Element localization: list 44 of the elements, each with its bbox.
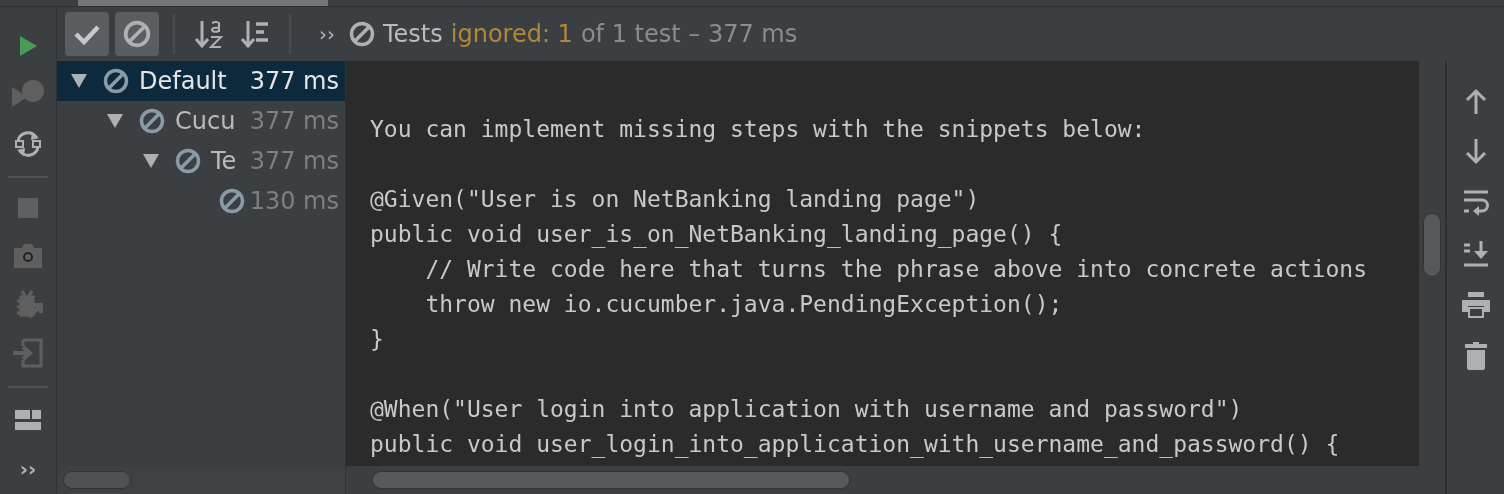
ignored-icon bbox=[175, 148, 201, 174]
sort-alphabetical-icon[interactable] bbox=[194, 19, 224, 49]
scrollbar-thumb[interactable] bbox=[63, 471, 131, 489]
ignored-icon bbox=[219, 188, 245, 214]
show-passed-toggle[interactable] bbox=[65, 12, 109, 56]
ignored-count: ignored: 1 bbox=[450, 20, 573, 48]
scrollbar-thumb[interactable] bbox=[1423, 213, 1441, 277]
more-button[interactable]: ›› bbox=[19, 457, 37, 482]
tree-row[interactable]: Cucu 377 ms bbox=[57, 101, 345, 141]
console-line: throw new io.cucumber.java.PendingException(); bbox=[424, 290, 1064, 319]
trash-icon[interactable] bbox=[1464, 341, 1487, 370]
arrow-up-icon[interactable] bbox=[1463, 87, 1488, 114]
scroll-to-end-icon[interactable] bbox=[1461, 240, 1490, 267]
console-line: public void user_login_into_application_with_username_and_password() { bbox=[370, 430, 1341, 460]
test-name: Cucu bbox=[175, 107, 236, 135]
test-summary: of 1 test – 377 ms bbox=[580, 20, 798, 48]
status-title: Tests bbox=[383, 20, 443, 48]
tree-row[interactable]: Default 377 ms bbox=[57, 61, 345, 101]
checkmark-icon bbox=[73, 23, 101, 45]
refresh-icon[interactable] bbox=[14, 128, 42, 159]
more-button[interactable]: ›› bbox=[319, 22, 335, 46]
ignored-icon bbox=[139, 108, 165, 134]
soft-wrap-icon[interactable] bbox=[1461, 188, 1490, 217]
console-line: You can implement missing steps with the snippets below: bbox=[370, 115, 1147, 144]
console-line: // Write code here that turns the phrase above into concrete actions bbox=[424, 255, 1368, 284]
console-line: @When("User login into application with username and password") bbox=[370, 395, 1244, 424]
expand-triangle-icon[interactable] bbox=[107, 114, 123, 128]
scrollbar-thumb[interactable] bbox=[372, 471, 850, 489]
console-line: } bbox=[370, 325, 385, 354]
expand-triangle-icon[interactable] bbox=[143, 154, 159, 168]
console-line: public void user_is_on_NetBanking_landing_page() { bbox=[370, 220, 1064, 250]
layout-icon[interactable] bbox=[15, 410, 41, 431]
printer-icon[interactable] bbox=[1461, 291, 1490, 318]
ignored-icon bbox=[349, 21, 375, 47]
test-name: Default bbox=[139, 67, 227, 95]
test-name: Te bbox=[211, 147, 237, 175]
tree-row[interactable]: Te 377 ms bbox=[57, 141, 345, 181]
ignored-icon bbox=[103, 68, 129, 94]
ignored-icon bbox=[123, 20, 151, 48]
show-ignored-toggle[interactable] bbox=[115, 12, 159, 56]
expand-triangle-icon[interactable] bbox=[71, 74, 87, 88]
console-line: @Given("User is on NetBanking landing page") bbox=[370, 185, 981, 214]
arrow-down-icon[interactable] bbox=[1463, 138, 1488, 165]
sort-duration-icon[interactable] bbox=[240, 19, 270, 49]
